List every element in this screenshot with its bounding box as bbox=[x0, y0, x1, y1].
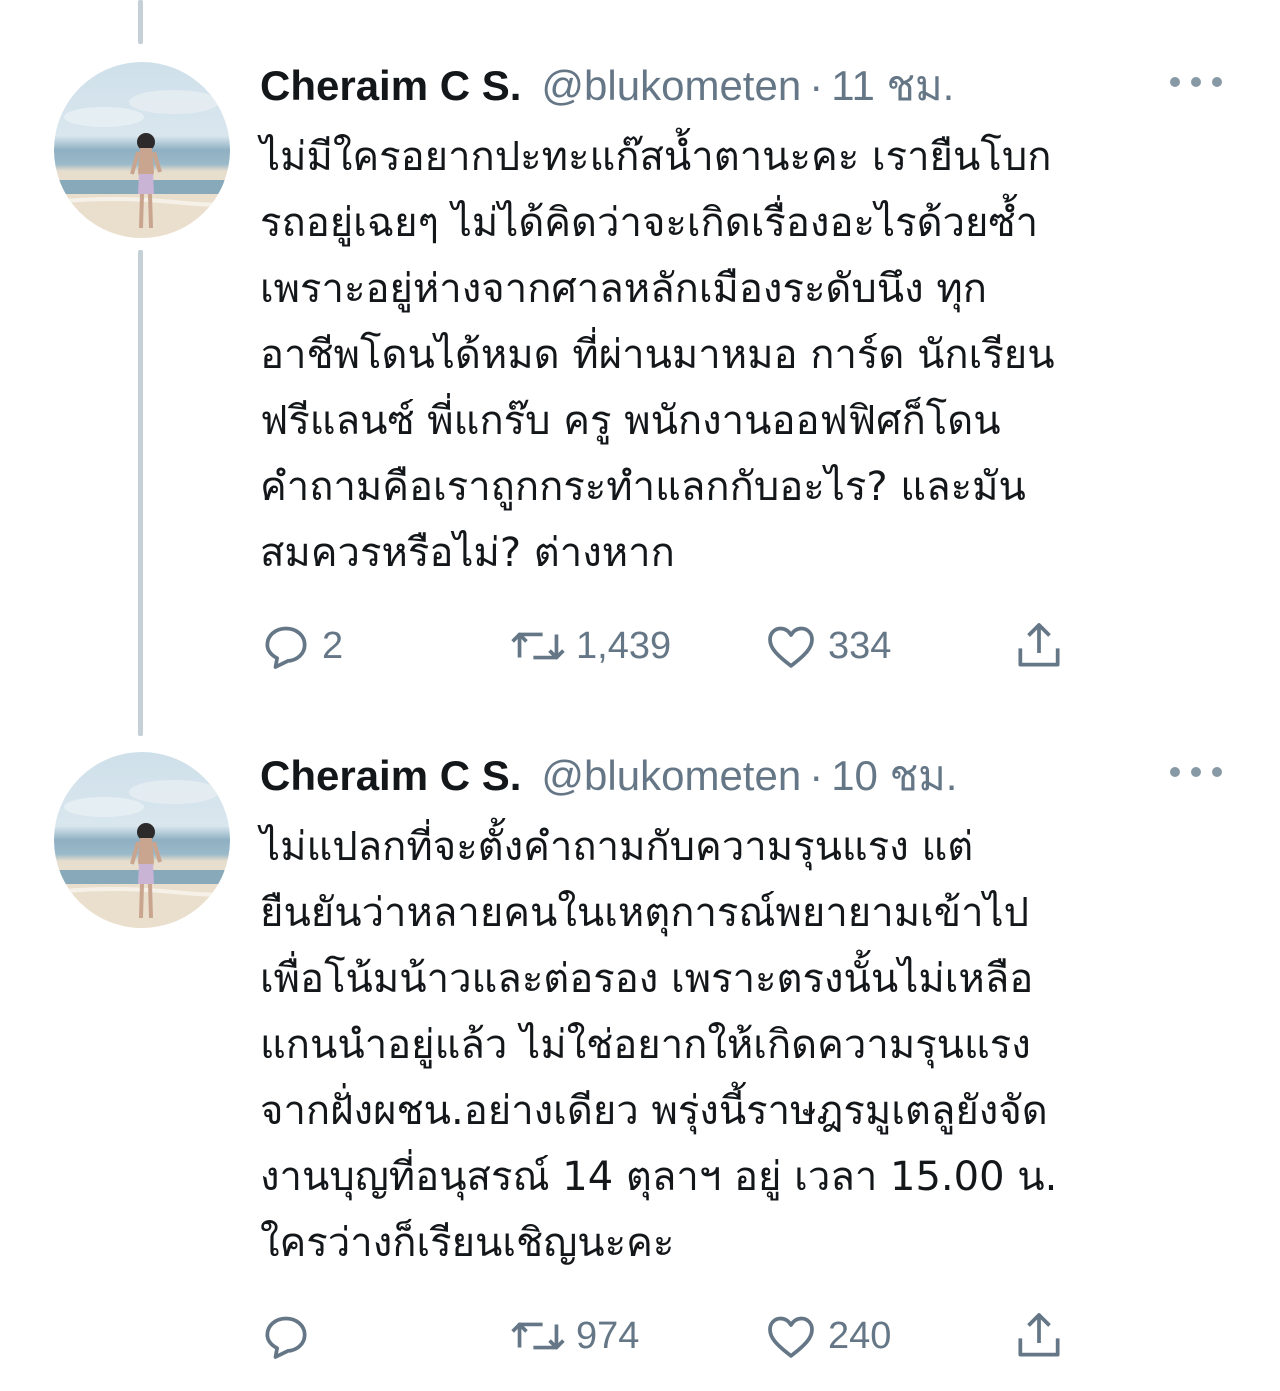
share-icon bbox=[1018, 623, 1060, 667]
tweet-text-line: จากฝั่งผชน.อย่างเดียว พรุ่งนี้ราษฎรมูเตล… bbox=[260, 1088, 1048, 1134]
tweet-header: Cheraim C S. @blukometen · 10 ชม. bbox=[260, 746, 957, 806]
share-button[interactable] bbox=[1010, 1306, 1068, 1366]
tweet-text-line: คำถามคือเราถูกกระทำแลกกับอะไร? และมัน bbox=[260, 464, 1026, 510]
tweet-text-line: ไม่แปลกที่จะตั้งคำถามกับความรุนแรง แต่ bbox=[260, 824, 974, 870]
share-button[interactable] bbox=[1010, 616, 1068, 676]
display-name[interactable]: Cheraim C S. bbox=[260, 56, 521, 116]
tweet-text-line: แกนนำอยู่แล้ว ไม่ใช่อยากให้เกิดความรุนแร… bbox=[260, 1022, 1031, 1068]
display-name[interactable]: Cheraim C S. bbox=[260, 746, 521, 806]
tweet-text: ไม่แปลกที่จะตั้งคำถามกับความรุนแรง แต่ ย… bbox=[260, 814, 1250, 1276]
tweet-text-line: เพื่อโน้มน้าวและต่อรอง เพราะตรงนั้นไม่เห… bbox=[260, 956, 1034, 1002]
timestamp[interactable]: 10 ชม. bbox=[831, 746, 957, 806]
reply-button[interactable] bbox=[258, 1306, 322, 1366]
avatar[interactable] bbox=[54, 752, 230, 928]
like-count: 240 bbox=[828, 1314, 892, 1357]
tweet-text: ไม่มีใครอยากปะทะแก๊สน้ำตานะคะ เรายืนโบก … bbox=[260, 124, 1250, 586]
reply-icon bbox=[265, 626, 307, 669]
tweet-text-line: รถอยู่เฉยๆ ไม่ได้คิดว่าจะเกิดเรื่องอะไรด… bbox=[260, 200, 1039, 246]
reply-count: 2 bbox=[322, 624, 344, 667]
retweet-icon bbox=[511, 1322, 565, 1350]
retweet-icon bbox=[511, 632, 565, 660]
user-handle[interactable]: @blukometen bbox=[541, 746, 801, 806]
thread-line-top bbox=[138, 0, 143, 44]
more-icon[interactable] bbox=[1170, 70, 1222, 94]
timestamp[interactable]: 11 ชม. bbox=[831, 56, 954, 116]
tweet-text-line: อาชีพโดนได้หมด ที่ผ่านมาหมอ การ์ด นักเรี… bbox=[260, 332, 1055, 378]
reply-icon bbox=[265, 1316, 307, 1359]
tweet-text-line: สมควรหรือไม่? ต่างหาก bbox=[260, 530, 675, 576]
like-button[interactable]: 240 bbox=[762, 1306, 891, 1366]
user-handle[interactable]: @blukometen bbox=[541, 56, 801, 116]
tweet-text-line: ฟรีแลนซ์ พี่แกร๊บ ครู พนักงานออฟฟิศก็โดน bbox=[260, 398, 1001, 444]
action-bar: 974 240 bbox=[258, 1306, 1088, 1366]
like-button[interactable]: 334 bbox=[762, 616, 891, 676]
more-icon[interactable] bbox=[1170, 760, 1222, 784]
separator-dot: · bbox=[809, 752, 824, 799]
like-icon bbox=[768, 626, 814, 668]
action-bar: 2 1,439 334 bbox=[258, 616, 1088, 676]
tweet[interactable]: Cheraim C S. @blukometen · 11 ชม. ไม่มีใ… bbox=[0, 56, 1280, 696]
share-icon bbox=[1018, 1313, 1060, 1357]
separator-dot: · bbox=[809, 62, 824, 109]
tweet-text-line: เพราะอยู่ห่างจากศาลหลักเมืองระดับนึง ทุก bbox=[260, 266, 987, 312]
tweet-text-line: งานบุญที่อนุสรณ์ 14 ตุลาฯ อยู่ เวลา 15.0… bbox=[260, 1154, 1058, 1200]
tweet-text-line: ใครว่างก็เรียนเชิญนะคะ bbox=[260, 1220, 675, 1266]
retweet-button[interactable]: 974 bbox=[508, 1306, 639, 1366]
tweet-text-line: ยืนยันว่าหลายคนในเหตุการณ์พยายามเข้าไป bbox=[260, 890, 1030, 936]
retweet-count: 1,439 bbox=[576, 624, 672, 667]
tweet-text-line: ไม่มีใครอยากปะทะแก๊สน้ำตานะคะ เรายืนโบก bbox=[260, 134, 1052, 180]
avatar[interactable] bbox=[54, 62, 230, 238]
tweet-header: Cheraim C S. @blukometen · 11 ชม. bbox=[260, 56, 954, 116]
like-count: 334 bbox=[828, 624, 892, 667]
like-icon bbox=[768, 1316, 814, 1358]
retweet-count: 974 bbox=[576, 1314, 640, 1357]
retweet-button[interactable]: 1,439 bbox=[508, 616, 671, 676]
tweet[interactable]: Cheraim C S. @blukometen · 10 ชม. ไม่แปล… bbox=[0, 746, 1280, 1386]
reply-button[interactable]: 2 bbox=[258, 616, 343, 676]
